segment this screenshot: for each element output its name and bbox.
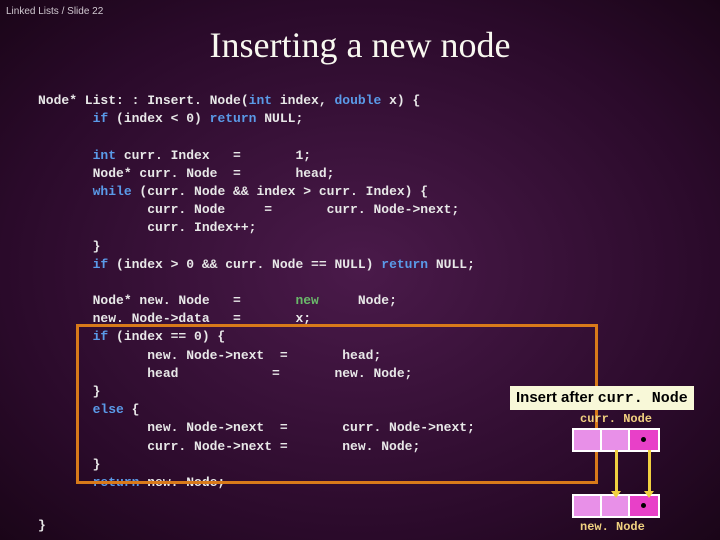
closing-brace: } — [38, 518, 46, 533]
arrow-down-icon — [648, 450, 651, 492]
node-diagram-curr — [572, 428, 660, 452]
annotation-prefix: Insert after — [516, 389, 598, 406]
label-curr-node: curr. Node — [580, 412, 652, 426]
page-title: Inserting a new node — [210, 24, 511, 66]
arrow-down-icon — [615, 450, 618, 492]
annotation-code: curr. Node — [598, 390, 688, 407]
annotation-label: Insert after curr. Node — [510, 386, 694, 410]
label-new-node: new. Node — [580, 520, 645, 534]
breadcrumb: Linked Lists / Slide 22 — [6, 6, 103, 17]
